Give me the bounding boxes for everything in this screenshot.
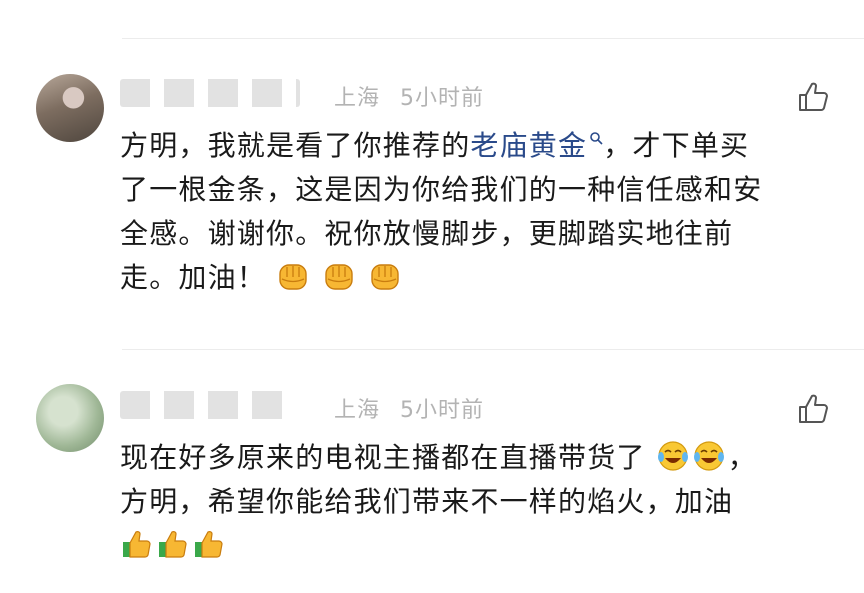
fist-emoji (371, 264, 400, 290)
thumbs-up-emoji (195, 531, 223, 558)
comment-meta: 上海 5小时前 (334, 392, 496, 424)
comment-divider (122, 349, 864, 350)
laughing-tears-emoji (657, 441, 688, 471)
top-divider (122, 38, 864, 39)
fist-emoji (279, 264, 307, 290)
like-thumb-icon[interactable] (796, 392, 830, 426)
thumbs-up-emoji (159, 531, 187, 558)
product-link[interactable]: 老庙黄金 (470, 129, 603, 162)
fist-emoji (325, 264, 353, 290)
comment-location: 上海 (334, 86, 381, 111)
product-link-label: 老庙黄金 (470, 129, 588, 162)
comment-text-segment: ， (727, 441, 757, 474)
like-thumb-icon[interactable] (796, 80, 830, 114)
laughing-tears-emoji (693, 441, 724, 471)
comment-time: 5小时前 (400, 86, 485, 111)
comment-text: 方明，我就是看了你推荐的老庙黄金 ，才下单买 了一根金条，这是因为你给我们的一种信… (120, 124, 840, 300)
comment-line: 现在好多原来的电视主播都在直播带货了 ， (120, 436, 840, 480)
comment-line: 方明，我就是看了你推荐的老庙黄金 ，才下单买 (120, 124, 840, 168)
comment-text: 现在好多原来的电视主播都在直播带货了 ， 方明，希望你能给我们带来不一样的焰火，… (120, 436, 840, 568)
username-redacted[interactable] (120, 390, 320, 426)
comment-location: 上海 (334, 398, 381, 423)
comment-time: 5小时前 (400, 398, 485, 423)
comment-meta: 上海 5小时前 (334, 80, 496, 112)
comment-line: 全感。谢谢你。祝你放慢脚步，更脚踏实地往前 (120, 217, 734, 250)
comment-line: 方明，希望你能给我们带来不一样的焰火，加油 (120, 485, 734, 518)
thumbs-up-emoji (123, 531, 151, 558)
search-icon (590, 131, 603, 145)
comment-text-segment: ，才下单买 (603, 129, 750, 162)
redaction-mask (120, 79, 300, 107)
redaction-mask (120, 391, 290, 419)
comment-text-segment: 走。加油！ (120, 261, 267, 294)
username-redacted[interactable] (120, 78, 320, 114)
comment-line (120, 524, 840, 568)
comment-text-segment: 方明，我就是看了你推荐的 (120, 129, 471, 162)
avatar[interactable] (36, 384, 104, 452)
avatar[interactable] (36, 74, 104, 142)
comment-line: 走。加油！ (120, 256, 840, 300)
comment-line: 了一根金条，这是因为你给我们的一种信任感和安 (120, 173, 763, 206)
comment-text-segment: 现在好多原来的电视主播都在直播带货了 (120, 441, 646, 474)
